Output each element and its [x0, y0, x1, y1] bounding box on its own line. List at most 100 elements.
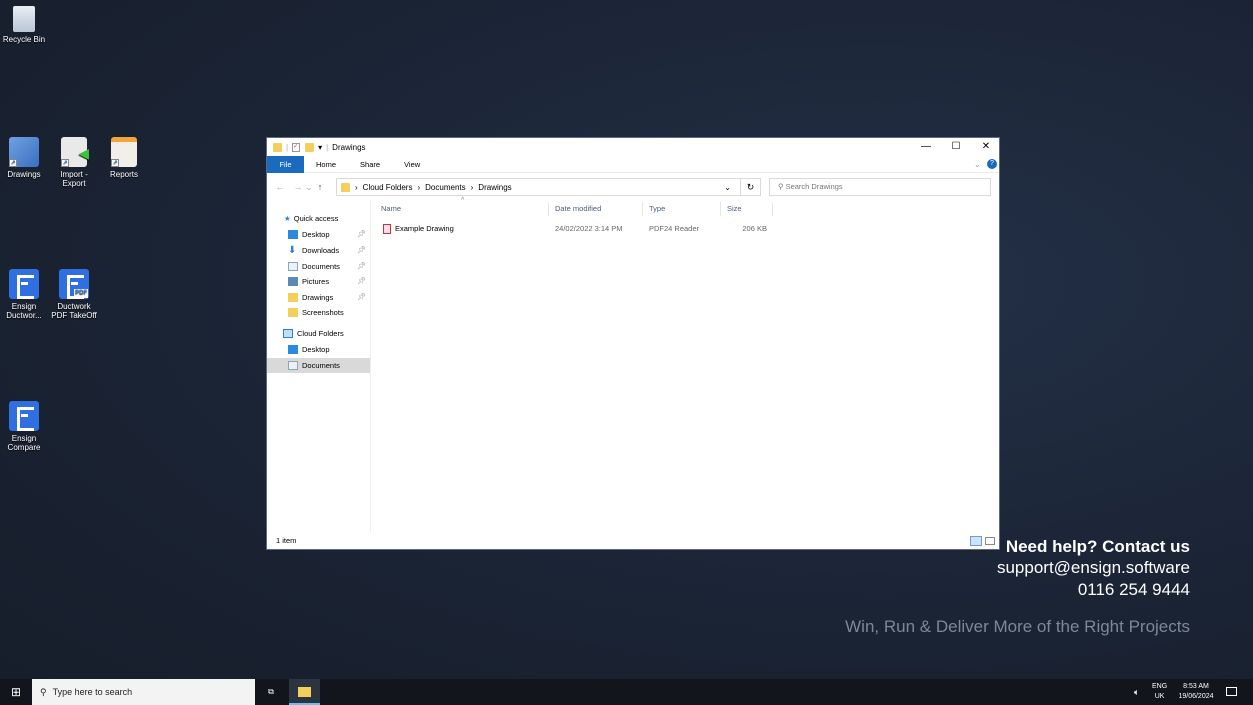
ribbon-tabs: File Home Share View ⌄ ? — [267, 155, 999, 173]
nav-cloud-documents[interactable]: Documents — [267, 358, 370, 373]
nav-label: Pictures — [302, 277, 330, 286]
desktop-icon-recycle-bin[interactable]: Recycle Bin — [0, 6, 48, 44]
lang-code: ENG — [1152, 683, 1168, 690]
taskbar-search-input[interactable]: ⚲ Type here to search — [32, 679, 255, 705]
ensign-logo-icon — [9, 401, 39, 431]
pin-icon: 📌︎ — [357, 278, 366, 285]
desktop-icon-import-export[interactable]: ◀ ↗ Import - Export — [50, 137, 98, 188]
desktop-icon-reports[interactable]: ↗ Reports — [100, 137, 148, 179]
nav-label: Quick access — [293, 214, 339, 223]
breadcrumb-drawings[interactable]: Drawings — [478, 183, 511, 192]
language-indicator[interactable]: ENG UK — [1152, 682, 1167, 702]
nav-drawings[interactable]: Drawings 📌︎ — [267, 290, 370, 305]
help-icon[interactable]: ? — [987, 159, 997, 169]
recycle-bin-icon — [13, 6, 35, 32]
nav-quick-access[interactable]: ★ Quick access — [267, 211, 370, 226]
import-export-icon: ◀ ↗ — [61, 137, 89, 167]
notifications-icon[interactable] — [1226, 687, 1237, 696]
tab-share[interactable]: Share — [348, 156, 392, 173]
file-row[interactable]: Example Drawing 24/02/2022 3:14 PM PDF24… — [375, 221, 999, 237]
file-explorer-taskbar-button[interactable] — [289, 679, 320, 705]
file-name: Example Drawing — [395, 224, 454, 233]
file-size: 206 KB — [742, 224, 767, 233]
ensign-pdf-icon: PDF — [59, 269, 89, 299]
tab-home[interactable]: Home — [304, 156, 348, 173]
file-type: PDF24 Reader — [649, 224, 700, 233]
tab-view[interactable]: View — [392, 156, 432, 173]
desktop-icon-ductwork-pdf-takeoff[interactable]: PDF Ductwork PDF TakeOff — [50, 269, 98, 320]
nav-label: Documents — [302, 262, 340, 271]
nav-screenshots[interactable]: Screenshots — [267, 305, 370, 320]
pin-icon: 📌︎ — [357, 263, 366, 270]
volume-icon[interactable]: 🔈︎ — [1134, 679, 1139, 705]
nav-cloud-desktop[interactable]: Desktop — [267, 342, 370, 357]
pdf-badge: PDF — [74, 289, 88, 298]
address-dropdown-icon[interactable]: ⌄ — [724, 183, 731, 192]
desktop-icon — [288, 230, 298, 239]
nav-documents[interactable]: Documents 📌︎ — [267, 259, 370, 274]
recent-locations-button[interactable]: ⌄ — [305, 182, 313, 193]
minimize-button[interactable]: — — [911, 138, 941, 156]
icon-label: Reports — [109, 170, 138, 179]
search-input[interactable]: ⚲ Search Drawings — [769, 178, 991, 196]
download-icon: ⬇ — [288, 245, 297, 256]
icon-label: Drawings — [7, 170, 41, 179]
navigation-pane: ★ Quick access Desktop 📌︎ ⬇ Downloads 📌︎ Doc… — [267, 208, 370, 533]
column-headers: Name Date modified Type Size — [375, 202, 999, 216]
breadcrumb-documents[interactable]: Documents — [425, 183, 465, 192]
nav-label: Downloads — [302, 246, 340, 255]
nav-label: Desktop — [302, 230, 330, 239]
documents-icon — [288, 361, 298, 370]
maximize-button[interactable]: ☐ — [941, 138, 971, 156]
close-button[interactable]: ✕ — [971, 138, 1001, 156]
address-bar[interactable]: › Cloud Folders › Documents › Drawings ⌄ — [336, 178, 741, 196]
column-type[interactable]: Type — [643, 202, 721, 216]
search-placeholder: Type here to search — [52, 687, 133, 697]
customize-quick-access-icon[interactable]: ▾ — [318, 143, 322, 152]
folder-icon — [298, 687, 311, 697]
computer-icon — [283, 329, 293, 338]
desktop-icon-drawings[interactable]: ↗ Drawings — [0, 137, 48, 179]
documents-icon — [288, 262, 298, 271]
pin-icon: 📌︎ — [357, 247, 366, 254]
nav-label: Documents — [302, 361, 340, 370]
back-button[interactable]: ← — [273, 182, 287, 192]
tagline: Win, Run & Deliver More of the Right Pro… — [845, 617, 1190, 636]
forward-button[interactable]: → — [291, 182, 305, 192]
breadcrumb-cloud-folders[interactable]: Cloud Folders — [363, 183, 413, 192]
title-bar: | ✓ ▾ | Drawings — ☐ ✕ — [267, 138, 999, 156]
time: 8:53 AM — [1183, 683, 1209, 690]
pin-icon: 📌︎ — [357, 231, 366, 238]
nav-desktop[interactable]: Desktop 📌︎ — [267, 227, 370, 242]
properties-icon[interactable]: ✓ — [292, 142, 301, 152]
icon-label: Import - Export — [60, 170, 88, 188]
tab-file[interactable]: File — [267, 155, 304, 173]
task-view-button[interactable]: ⧉ — [259, 679, 283, 705]
icon-label: Ductwork PDF TakeOff — [51, 302, 97, 320]
ensign-logo-icon — [9, 269, 39, 299]
icon-label: Ensign Compare — [7, 434, 41, 452]
expand-ribbon-icon[interactable]: ⌄ — [974, 160, 981, 169]
taskbar: ⊞ ⚲ Type here to search ⧉ 🔈︎ ENG UK 8:53 A… — [0, 679, 1253, 705]
refresh-button[interactable]: ↻ — [741, 178, 761, 196]
search-icon: ⚲ — [778, 182, 786, 191]
nav-label: Screenshots — [302, 308, 344, 317]
start-button[interactable]: ⊞ — [0, 679, 32, 705]
column-name[interactable]: Name — [375, 202, 549, 216]
nav-cloud-folders[interactable]: Cloud Folders — [267, 326, 370, 341]
nav-pictures[interactable]: Pictures 📌︎ — [267, 274, 370, 289]
reports-icon: ↗ — [111, 137, 137, 167]
desktop-icon-ensign-ductwork[interactable]: Ensign Ductwor... — [0, 269, 48, 320]
new-folder-icon[interactable] — [305, 142, 315, 152]
desktop-icon-ensign-compare[interactable]: Ensign Compare — [0, 401, 48, 452]
folder-icon — [288, 293, 298, 302]
up-button[interactable]: ↑ — [313, 182, 327, 192]
folder-icon — [341, 182, 350, 192]
nav-downloads[interactable]: ⬇ Downloads 📌︎ — [267, 243, 370, 258]
folder-icon — [273, 142, 282, 152]
nav-label: Drawings — [302, 293, 334, 302]
clock[interactable]: 8:53 AM 19/06/2024 — [1174, 682, 1218, 702]
help-email: support@ensign.software — [996, 558, 1190, 577]
column-date-modified[interactable]: Date modified — [549, 202, 643, 216]
column-size[interactable]: Size — [721, 202, 773, 216]
